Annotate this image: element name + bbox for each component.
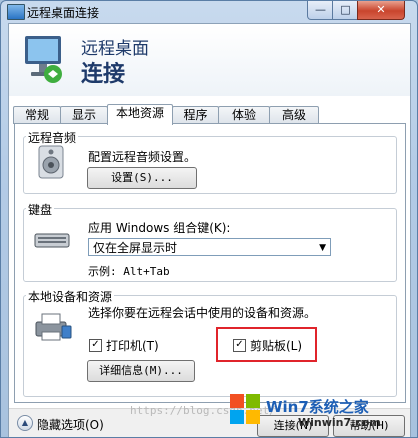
keyboard-desc: 应用 Windows 组合键(K): [88, 221, 231, 235]
remote-audio-title: 远程音频 [26, 129, 79, 146]
speaker-icon [38, 145, 64, 179]
tab-advanced[interactable]: 高级 [269, 106, 319, 124]
watermark-site: Winwin7.com [298, 416, 381, 429]
client-area: 远程桌面 连接 常规 显示 本地资源 程序 体验 高级 远程音频 配置远程音频设… [8, 23, 411, 437]
tab-display[interactable]: 显示 [60, 106, 108, 124]
chevron-down-icon: ▼ [319, 243, 326, 253]
printer-device-icon [35, 313, 72, 341]
remote-audio-desc: 配置远程音频设置。 [88, 150, 197, 164]
banner-title-line2: 连接 [81, 62, 126, 87]
monitor-icon [25, 36, 62, 83]
keyboard-example: 示例: Alt+Tab [88, 265, 170, 278]
windows-keys-selected: 仅在全屏显示时 [93, 241, 178, 255]
local-devices-title: 本地设备和资源 [26, 288, 115, 305]
close-button[interactable]: ✕ [357, 1, 405, 20]
tab-programs[interactable]: 程序 [172, 106, 219, 124]
tab-experience[interactable]: 体验 [218, 106, 270, 124]
tab-general[interactable]: 常规 [13, 106, 61, 124]
local-resources-panel: 远程音频 配置远程音频设置。 设置(S)... 键盘 应用 Windows 组合… [14, 123, 406, 403]
minimize-button[interactable]: — [307, 1, 334, 20]
printers-checkbox[interactable]: ✓ [89, 339, 102, 352]
windows-keys-select[interactable]: 仅在全屏显示时 ▼ [88, 238, 331, 256]
hide-options-link[interactable]: 隐藏选项(O) [37, 416, 104, 433]
local-devices-group: 本地设备和资源 选择你要在远程会话中使用的设备和资源。 ✓ 打印机(T) ✓ 剪… [23, 288, 397, 397]
title-bar[interactable]: 远程桌面连接 — □ ✕ [1, 1, 417, 23]
chevron-up-icon[interactable]: ▲ [17, 415, 33, 431]
keyboard-icon [34, 233, 70, 248]
printers-label[interactable]: 打印机(T) [106, 337, 159, 354]
remote-audio-group: 远程音频 配置远程音频设置。 设置(S)... [23, 129, 397, 194]
remote-desktop-window: 远程桌面连接 — □ ✕ 远程桌面 连接 常规 显示 本地资源 程序 体验 高级 [0, 0, 418, 438]
audio-settings-button[interactable]: 设置(S)... [87, 167, 197, 189]
local-devices-desc: 选择你要在远程会话中使用的设备和资源。 [88, 306, 317, 320]
keyboard-group: 键盘 应用 Windows 组合键(K): 仅在全屏显示时 ▼ 示例: Alt+… [23, 201, 397, 282]
window-title: 远程桌面连接 [27, 6, 100, 20]
remote-desktop-icon [7, 4, 25, 20]
tab-local-resources[interactable]: 本地资源 [107, 104, 173, 125]
highlight-box [216, 327, 317, 362]
more-details-button[interactable]: 详细信息(M)... [87, 360, 195, 382]
keyboard-title: 键盘 [26, 201, 55, 218]
banner: 远程桌面 连接 [9, 24, 410, 96]
watermark-brand: Win7系统之家 [266, 398, 369, 416]
maximize-button[interactable]: □ [332, 1, 359, 20]
